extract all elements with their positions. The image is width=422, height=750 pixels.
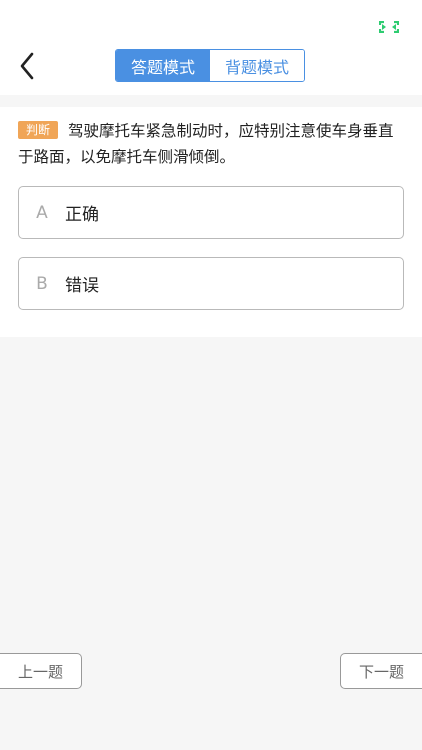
option-b[interactable]: B 错误 [18,257,404,310]
option-letter: A [36,202,48,223]
option-a[interactable]: A 正确 [18,186,404,239]
fullscreen-icon[interactable] [378,18,400,34]
back-button[interactable] [12,48,42,84]
mode-toggle: 答题模式 背题模式 [115,49,305,82]
chevron-left-icon [20,52,34,80]
question-type-badge: 判断 [18,121,59,139]
question-text-block: 判断 驾驶摩托车紧急制动时，应特别注意使车身垂直于路面，以免摩托车侧滑倾倒。 [18,118,404,170]
question-text: 驾驶摩托车紧急制动时，应特别注意使车身垂直于路面，以免摩托车侧滑倾倒。 [18,122,394,166]
tab-recite-mode[interactable]: 背题模式 [210,50,304,81]
option-letter: B [36,273,48,294]
question-card: 判断 驾驶摩托车紧急制动时，应特别注意使车身垂直于路面，以免摩托车侧滑倾倒。 A … [0,107,422,337]
top-bar: 答题模式 背题模式 [0,0,422,95]
tab-answer-mode[interactable]: 答题模式 [116,50,210,81]
next-question-button[interactable]: 下一题 [340,653,422,689]
section-divider [0,95,422,107]
prev-question-button[interactable]: 上一题 [0,653,82,689]
option-label: 错误 [65,276,99,296]
option-label: 正确 [65,205,99,225]
